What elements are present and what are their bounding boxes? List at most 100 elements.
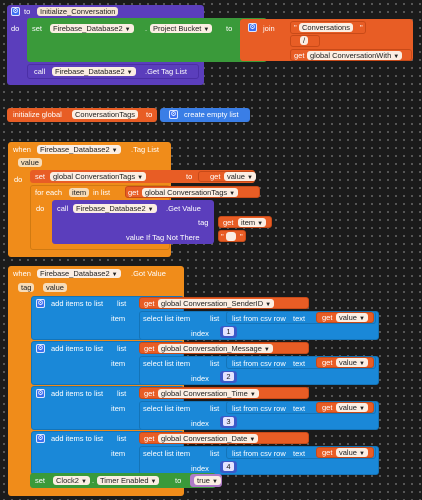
component-dropdown[interactable]: Firebase_Database2 ▼ [50, 24, 134, 33]
index-arg-label: index [191, 329, 209, 338]
property-name: Project Bucket [153, 24, 202, 33]
in-list-label: in list [93, 188, 111, 197]
list-from-csv-row-label: list from csv row [232, 359, 286, 368]
add-items-gear-icon[interactable]: ⚙ [36, 344, 45, 353]
call-method: .Get Tag List [145, 67, 187, 76]
call-component-dropdown[interactable]: Firebase_Database2 ▼ [52, 67, 136, 76]
get-value-dropdown[interactable]: value ▼ [336, 403, 368, 412]
clock-dropdown[interactable]: Clock2 ▼ [53, 476, 90, 485]
text-arg-label: text [293, 449, 306, 458]
select-list-item-label: select list item [143, 449, 191, 458]
get-label: get [144, 389, 155, 398]
dot-separator: . [92, 476, 95, 485]
quote-open: " [221, 232, 224, 241]
get-value-name: value [339, 313, 357, 322]
list-var-name: global Conversation_Message [161, 344, 262, 353]
get-value-name: value [339, 403, 357, 412]
call-component-name: Firebase_Database2 [55, 67, 125, 76]
event-component-dropdown[interactable]: Firebase_Database2 ▼ [37, 269, 121, 278]
index-number[interactable]: 3 [223, 417, 234, 426]
to-label: to [226, 24, 233, 33]
dot-separator: . [145, 24, 148, 33]
when-label: when [13, 269, 31, 278]
list-var-name: global ConversationTags [145, 188, 228, 197]
var-name: global ConversationWith [310, 51, 392, 60]
select-list-item-label: select list item [143, 404, 191, 413]
list-var-name: global Conversation_Date [161, 434, 248, 443]
select-list-arg-label: list [210, 449, 220, 458]
set-var-dropdown[interactable]: global ConversationTags ▼ [50, 172, 147, 181]
text-arg-label: text [293, 314, 306, 323]
index-number[interactable]: 4 [223, 462, 234, 471]
text-slash[interactable]: / [300, 36, 309, 45]
event-name: .Got Value [131, 269, 166, 278]
get-value-dropdown[interactable]: value ▼ [336, 313, 368, 322]
select-list-arg-label: list [210, 404, 220, 413]
procedure-name-field[interactable]: Initialize_Conversation [37, 7, 119, 16]
timer-property-dropdown[interactable]: Timer Enabled ▼ [97, 476, 160, 485]
component-name: Firebase_Database2 [53, 24, 123, 33]
list-arg-label: list [117, 389, 127, 398]
param-value[interactable]: value [43, 283, 67, 292]
initialize-global-label: initialize global [13, 110, 62, 119]
for-each-label: for each [35, 188, 63, 197]
get-label: get [144, 299, 155, 308]
list-var-dropdown[interactable]: global Conversation_Date ▼ [158, 434, 259, 443]
list-arg-label: list [117, 299, 127, 308]
quote-open: " [294, 23, 297, 32]
get-value-dropdown[interactable]: value ▼ [336, 448, 368, 457]
list-var-dropdown[interactable]: global Conversation_Message ▼ [158, 344, 273, 353]
select-list-arg-label: list [210, 359, 220, 368]
gear-icon[interactable]: ⚙ [11, 7, 20, 16]
event-name: .Tag List [131, 145, 159, 154]
event-component-name: Firebase_Database2 [40, 269, 110, 278]
list-var-dropdown[interactable]: global Conversation_SenderID ▼ [158, 299, 275, 308]
list-from-csv-row-label: list from csv row [232, 314, 286, 323]
join-gear-icon[interactable]: ⚙ [248, 23, 257, 32]
property-dropdown[interactable]: Project Bucket ▼ [150, 24, 213, 33]
to-label: to [175, 476, 182, 485]
to-label: to [186, 172, 193, 181]
timer-property-name: Timer Enabled [100, 476, 149, 485]
quote-close: " [360, 23, 363, 32]
when-label: when [13, 145, 31, 154]
add-items-gear-icon[interactable]: ⚙ [36, 299, 45, 308]
get-value-dropdown[interactable]: value ▼ [336, 358, 368, 367]
text-conversations[interactable]: Conversations [299, 23, 353, 32]
add-items-label: add items to list [51, 299, 104, 308]
var-dropdown[interactable]: global ConversationWith ▼ [307, 51, 403, 60]
event-component-dropdown[interactable]: Firebase_Database2 ▼ [37, 145, 121, 154]
add-items-gear-icon[interactable]: ⚙ [36, 389, 45, 398]
value-if-tag-not-there-label: value If Tag Not There [126, 233, 200, 242]
do-label: do [36, 204, 45, 213]
procedure-to-label: to [24, 7, 31, 16]
get-var-dropdown[interactable]: value ▼ [224, 172, 256, 181]
list-arg-label: list [117, 434, 127, 443]
call-component-dropdown[interactable]: Firebase_Database2 ▼ [73, 204, 157, 213]
list-var-name: global Conversation_Time [161, 389, 248, 398]
empty-text[interactable] [226, 232, 236, 241]
get-label: get [144, 434, 155, 443]
list-var-dropdown[interactable]: global ConversationTags ▼ [142, 188, 239, 197]
index-number[interactable]: 1 [223, 327, 234, 336]
event-component-name: Firebase_Database2 [40, 145, 110, 154]
set-label: set [32, 24, 43, 33]
text-arg-label: text [293, 404, 306, 413]
tag-get-dropdown[interactable]: item ▼ [238, 218, 267, 227]
add-items-label: add items to list [51, 434, 104, 443]
list-var-dropdown[interactable]: global Conversation_Time ▼ [158, 389, 259, 398]
global-name-field[interactable]: ConversationTags [72, 110, 139, 119]
index-number[interactable]: 2 [223, 372, 234, 381]
param-tag[interactable]: tag [18, 283, 35, 292]
list-gear-icon[interactable]: ⚙ [169, 110, 178, 119]
list-from-csv-row-label: list from csv row [232, 449, 286, 458]
for-each-item-var[interactable]: item [69, 188, 90, 197]
call-component-name: Firebase_Database2 [76, 204, 146, 213]
true-dropdown[interactable]: true ▼ [194, 476, 221, 485]
get-var-name: value [227, 172, 245, 181]
param-value[interactable]: value [18, 158, 42, 167]
select-list-item-label: select list item [143, 314, 191, 323]
get-label: get [322, 313, 333, 322]
add-items-gear-icon[interactable]: ⚙ [36, 434, 45, 443]
list-arg-label: list [117, 344, 127, 353]
